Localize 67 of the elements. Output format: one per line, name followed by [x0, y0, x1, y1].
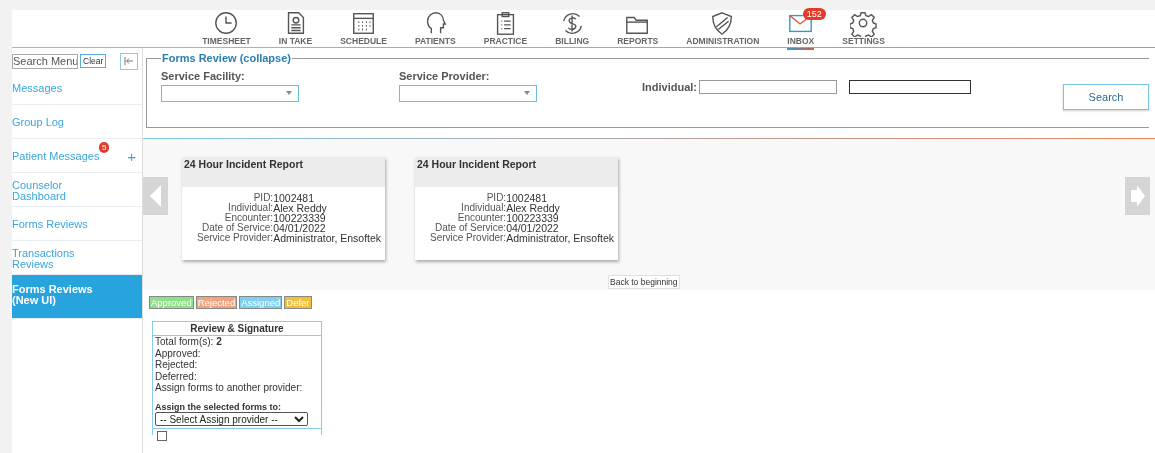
sidebar-item[interactable]: Patient Messages 5 + [12, 139, 142, 173]
field-value: 04/01/2022 [273, 223, 327, 233]
checkbox[interactable] [157, 430, 167, 441]
nav-tab[interactable]: SCHEDULE [326, 10, 401, 50]
left-arrow-icon [150, 185, 161, 207]
nav-tab[interactable]: REPORTS [603, 10, 673, 50]
field-label: Service Provider: [399, 70, 491, 82]
nav-tab[interactable]: ADMINISTRATION [672, 10, 774, 50]
panel-title[interactable]: Forms Review (collapse) [161, 52, 292, 64]
summary-line: Approved: [154, 347, 202, 359]
field-value: Administrator, Ensoftek [273, 233, 382, 243]
panel-title: Review & Signature [153, 322, 321, 336]
field-label: Individual: [642, 81, 697, 93]
status-tag: Assigned [239, 296, 283, 309]
field-label: Date of Service: [201, 223, 274, 233]
field-label: Individual: [227, 203, 274, 213]
summary-line: Deferred: [154, 370, 198, 382]
status-tag: Rejected [195, 296, 238, 309]
back-to-beginning-button[interactable]: Back to beginning [608, 275, 680, 289]
field-label: PID: [485, 193, 507, 203]
search-menu-field[interactable]: Search Menu [12, 53, 78, 69]
field-label: Encounter: [456, 213, 507, 223]
field-label: Encounter: [223, 213, 274, 223]
collapse-button[interactable] [120, 52, 138, 70]
field-value: 1002481 [506, 193, 549, 203]
caret-icon [524, 91, 530, 95]
field-label: Individual: [460, 203, 507, 213]
individual-field[interactable] [699, 80, 837, 94]
nav-icon [850, 10, 878, 37]
summary-line: Assign forms to another provider: [154, 382, 304, 394]
nav-icon [213, 10, 240, 37]
field-label: Date of Service: [434, 223, 507, 233]
card-header: 24 Hour Incident Report [182, 157, 385, 187]
summary-line: Total form(s): 2 [154, 336, 223, 348]
count-badge: 5 [99, 142, 110, 153]
collapse-icon [124, 57, 134, 65]
nav-tab[interactable]: BILLING [541, 10, 604, 50]
status-tag: Defer [284, 296, 312, 309]
count-badge: 152 [802, 8, 826, 20]
field-label: Service Provider: [197, 233, 274, 243]
previous-button[interactable] [143, 177, 168, 215]
nav-tab[interactable]: PATIENTS [400, 10, 470, 50]
provider-select[interactable] [399, 85, 537, 102]
nav-tab[interactable]: IN TAKE [264, 10, 327, 50]
field-value: 04/01/2022 [506, 223, 560, 233]
field-label: Service Provider: [430, 233, 507, 243]
nav-tab[interactable]: SETTINGS [828, 10, 899, 50]
field-value: Administrator, Ensoftek [506, 233, 615, 243]
facility-select[interactable] [161, 85, 299, 102]
nav-tab[interactable]: TIMESHEET [188, 10, 265, 50]
field-value: 1002481 [273, 193, 316, 203]
next-button[interactable] [1125, 177, 1150, 215]
status-tag: Approved [149, 296, 194, 309]
text-field[interactable] [849, 80, 971, 94]
nav-tab[interactable]: PRACTICE [469, 10, 542, 50]
sidebar-item[interactable]: Forms Reviews [12, 207, 142, 241]
field-label: Service Facility: [161, 70, 246, 82]
search-button[interactable]: Search [1063, 84, 1149, 110]
caret-icon [286, 91, 292, 95]
right-arrow-icon [1130, 185, 1145, 207]
field-label: Assign the selected forms to: [154, 400, 283, 412]
clear-button[interactable]: Clear [80, 54, 107, 68]
card-header: 24 Hour Incident Report [415, 157, 618, 187]
nav-tab[interactable]: INBOX 152 [773, 10, 829, 50]
field-label: PID: [252, 193, 274, 203]
summary-line: Rejected: [154, 359, 199, 371]
assign-provider-select[interactable]: -- Select Assign provider -- [155, 411, 308, 426]
